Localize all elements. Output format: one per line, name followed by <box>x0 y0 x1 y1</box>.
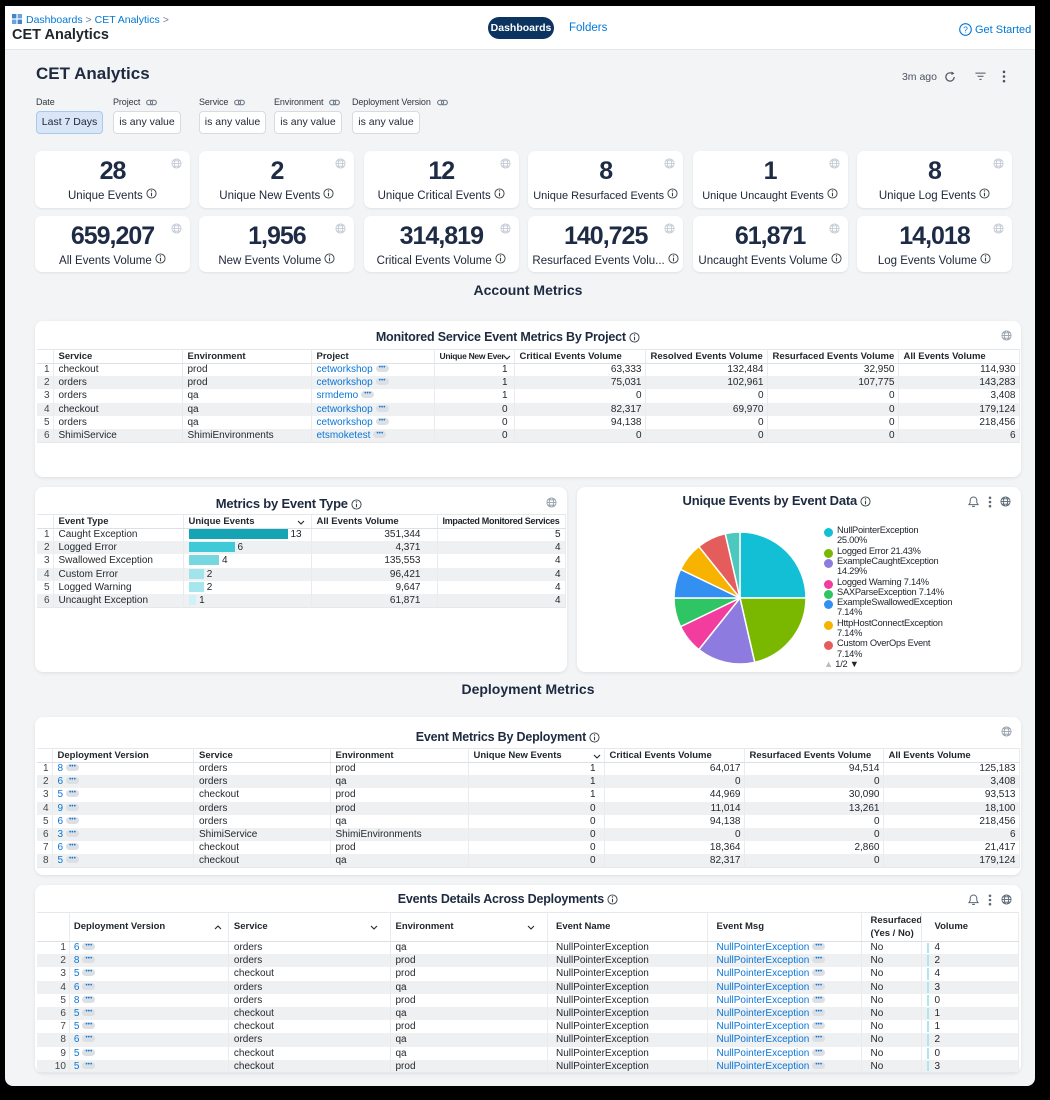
svg-text:?: ? <box>963 24 968 34</box>
